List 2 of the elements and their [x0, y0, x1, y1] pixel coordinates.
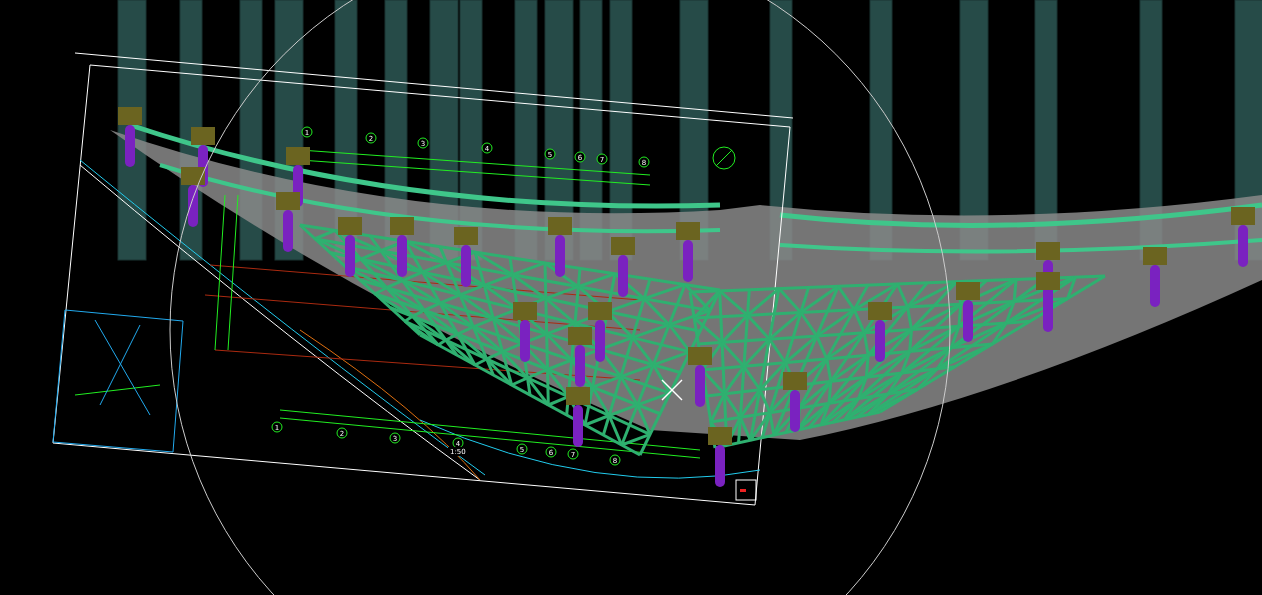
cross-marker-icon — [661, 379, 683, 401]
section-symbol-icon — [712, 146, 736, 170]
